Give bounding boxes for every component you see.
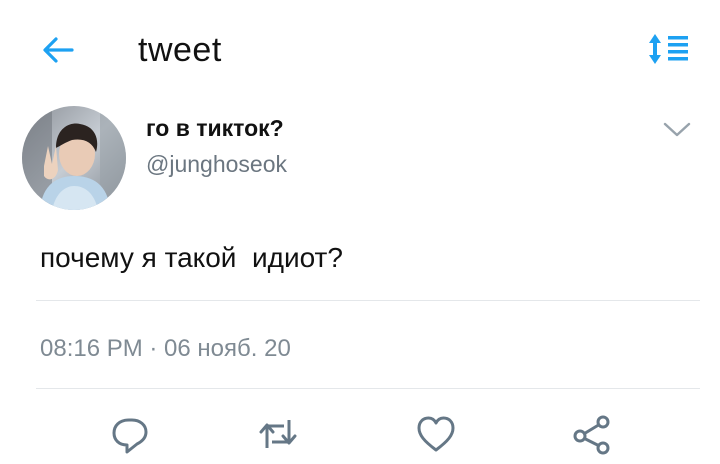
- tweet-text: почему я такой идиот?: [40, 242, 343, 273]
- reply-button[interactable]: [108, 412, 152, 456]
- tweet-timestamp: 08:16 PM · 06 нояб. 20: [40, 335, 291, 362]
- share-button[interactable]: [570, 412, 614, 456]
- display-name[interactable]: го в тикток?: [146, 114, 284, 142]
- avatar[interactable]: [22, 106, 126, 210]
- header-bar: tweet: [0, 0, 720, 100]
- retweet-icon: [259, 420, 297, 448]
- avatar-image: [22, 106, 126, 210]
- reply-bubble-icon: [112, 418, 148, 454]
- like-button[interactable]: [414, 412, 458, 456]
- sort-button[interactable]: [646, 32, 692, 66]
- divider: [36, 300, 700, 301]
- page-title: tweet: [138, 31, 222, 69]
- arrow-left-icon: [43, 37, 74, 63]
- sort-list-icon: [649, 34, 688, 64]
- tweet-menu-button[interactable]: [660, 118, 694, 142]
- user-handle[interactable]: @junghoseok: [146, 150, 287, 178]
- heart-icon: [417, 416, 455, 452]
- share-icon: [573, 415, 610, 455]
- chevron-down-icon: [663, 122, 691, 137]
- back-button[interactable]: [38, 30, 78, 70]
- divider: [36, 388, 700, 389]
- retweet-button[interactable]: [256, 412, 300, 456]
